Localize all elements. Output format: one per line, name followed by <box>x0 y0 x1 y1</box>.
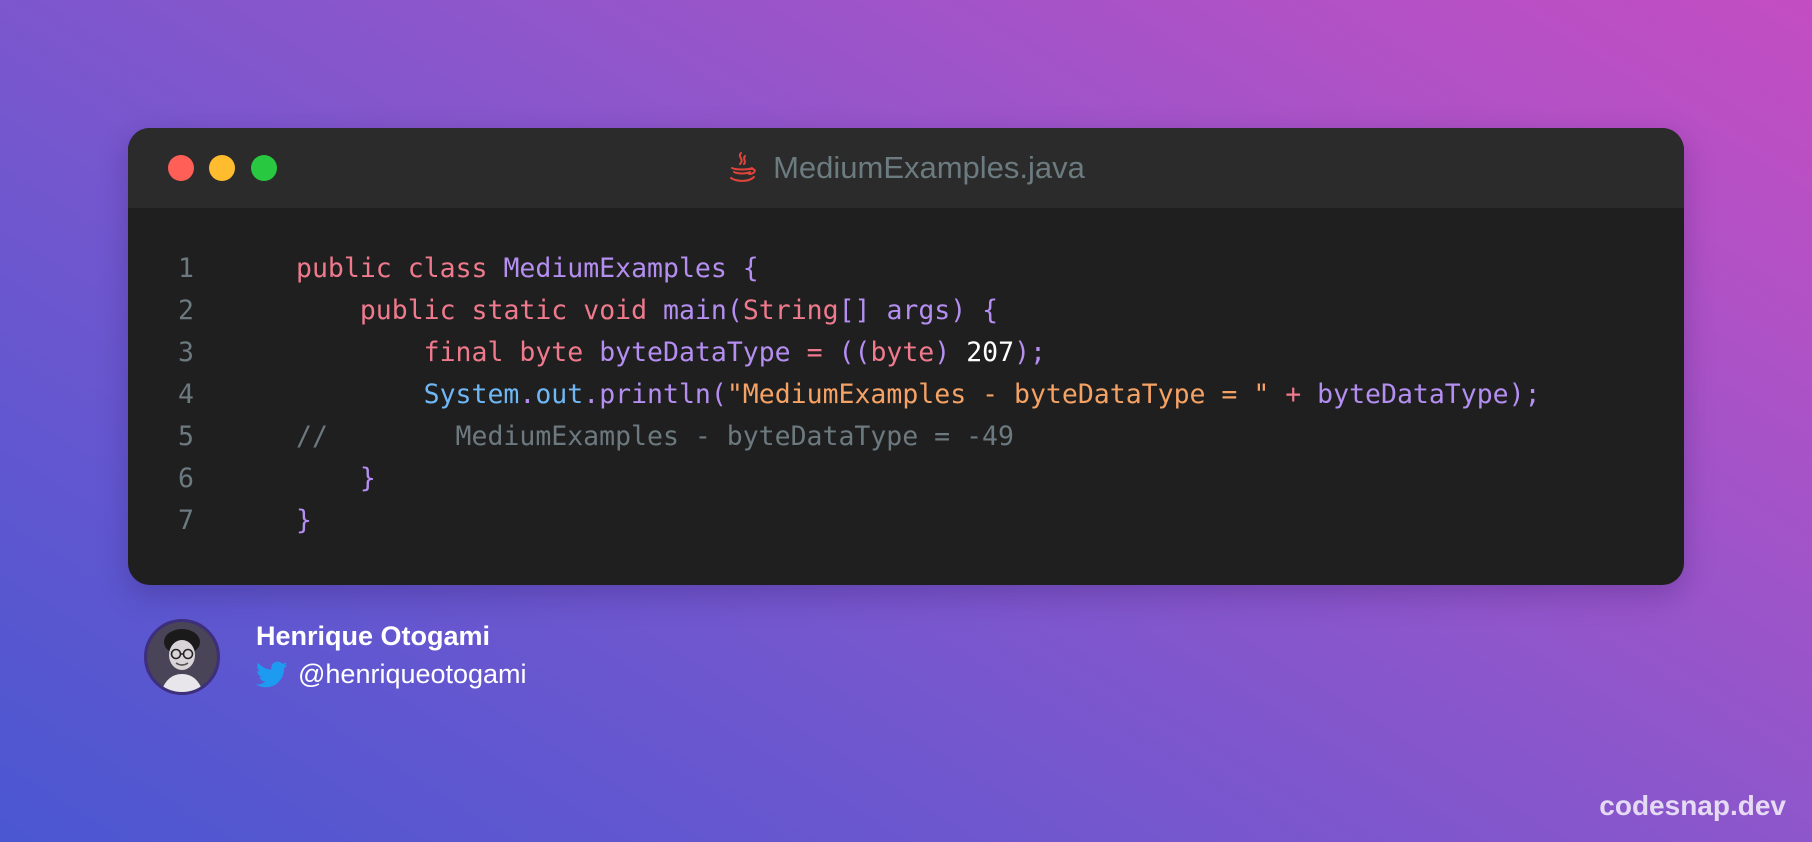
code-line[interactable]: 5 // MediumExamples - byteDataType = -49 <box>128 416 1684 458</box>
code-token: (( <box>838 337 871 368</box>
code-line[interactable]: 6 } <box>128 458 1684 500</box>
code-text: System.out.println("MediumExamples - byt… <box>252 374 1541 416</box>
code-editor[interactable]: 1 public class MediumExamples {2 public s… <box>128 248 1684 542</box>
code-text: // MediumExamples - byteDataType = -49 <box>252 416 1014 458</box>
window-titlebar: MediumExamples.java <box>128 128 1684 208</box>
code-line[interactable]: 7} <box>128 500 1684 542</box>
code-token: ) <box>934 337 967 368</box>
filename-label: MediumExamples.java <box>773 150 1085 185</box>
author-handle[interactable]: @henriqueotogami <box>298 659 527 690</box>
code-token: byte <box>519 337 584 368</box>
author-handle-row: @henriqueotogami <box>256 659 527 690</box>
line-number: 2 <box>178 295 194 326</box>
code-token: System <box>423 379 520 410</box>
code-token: final <box>423 337 504 368</box>
line-number: 1 <box>178 253 194 284</box>
avatar <box>144 619 220 695</box>
code-token: out <box>535 379 584 410</box>
line-number: 6 <box>178 463 194 494</box>
code-token: ); <box>1508 379 1541 410</box>
line-number: 3 <box>178 337 194 368</box>
code-token: 207 <box>966 337 1015 368</box>
code-token: [] <box>838 295 887 326</box>
code-token: println <box>599 379 711 410</box>
code-token: byte <box>870 337 935 368</box>
code-line[interactable]: 3 final byte byteDataType = ((byte) 207)… <box>128 332 1684 374</box>
code-line[interactable]: 4 System.out.println("MediumExamples - b… <box>128 374 1684 416</box>
code-token: } <box>296 505 312 536</box>
window-title: MediumExamples.java <box>128 128 1684 208</box>
code-token: { <box>726 253 759 284</box>
code-token: ); <box>1014 337 1046 368</box>
code-token: . <box>519 379 536 410</box>
brand-watermark: codesnap.dev <box>1599 790 1786 821</box>
code-token: public <box>296 253 392 284</box>
code-token: + <box>1269 379 1318 410</box>
code-token: // MediumExamples - byteDataType = -49 <box>296 421 1014 452</box>
code-token: main <box>663 295 727 326</box>
code-token: = <box>790 337 839 368</box>
code-token: class <box>407 253 488 284</box>
line-number: 4 <box>178 379 194 410</box>
code-token: String <box>742 295 839 326</box>
code-token: } <box>359 463 376 494</box>
code-token: "MediumExamples - byteDataType = " <box>726 379 1270 410</box>
code-token: args <box>886 295 951 326</box>
code-token: void <box>583 295 648 326</box>
code-window: MediumExamples.java 1 public class Medium… <box>128 128 1684 585</box>
code-text: public static void main(String[] args) { <box>252 290 998 332</box>
line-number: 5 <box>178 421 194 452</box>
code-token: MediumExamples <box>503 253 727 284</box>
avatar-portrait <box>147 622 217 692</box>
code-token: public <box>359 295 456 326</box>
code-line[interactable]: 2 public static void main(String[] args)… <box>128 290 1684 332</box>
java-icon <box>730 152 756 182</box>
code-token: ( <box>726 295 743 326</box>
line-number: 7 <box>178 505 194 536</box>
code-text: public class MediumExamples { <box>252 248 759 290</box>
twitter-icon <box>256 661 288 687</box>
code-token: byteDataType <box>1317 379 1509 410</box>
code-token: . <box>583 379 600 410</box>
code-token: static <box>471 295 568 326</box>
code-text: } <box>252 500 312 542</box>
code-text: final byte byteDataType = ((byte) 207); <box>252 332 1046 374</box>
code-token: ) { <box>950 295 999 326</box>
code-token: ( <box>710 379 727 410</box>
code-line[interactable]: 1 public class MediumExamples { <box>128 248 1684 290</box>
code-token: byteDataType <box>599 337 791 368</box>
author-name: Henrique Otogami <box>256 621 491 651</box>
code-text: } <box>252 458 376 500</box>
